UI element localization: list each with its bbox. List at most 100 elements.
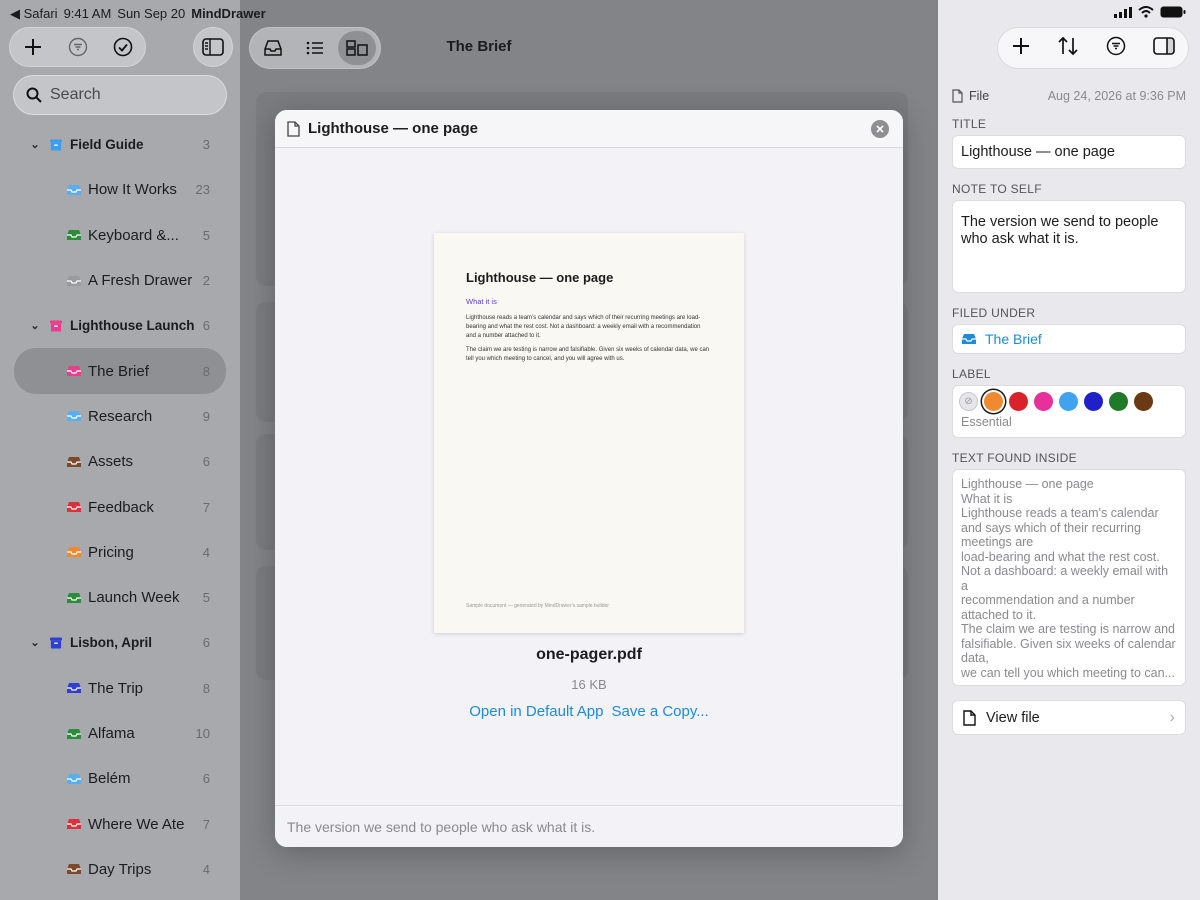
sidebar-item[interactable]: Feedback 7: [14, 484, 226, 529]
close-button[interactable]: [871, 120, 889, 138]
chevron-down-icon[interactable]: ⌄: [26, 636, 44, 649]
close-icon: [876, 125, 884, 133]
sidebar-item-label: Research: [88, 407, 153, 425]
drawer-icon: [67, 547, 81, 558]
search-icon: [26, 87, 42, 103]
sidebar-group[interactable]: ⌄ Field Guide 3: [14, 122, 226, 167]
sidebar-item[interactable]: Keyboard &... 5: [14, 213, 226, 258]
status-app-name: MindDrawer: [191, 6, 266, 21]
filed-under-value: The Brief: [985, 331, 1042, 347]
sidebar-group[interactable]: ⌄ Lighthouse Launch 6: [14, 303, 226, 348]
sidebar-item[interactable]: Research 9: [14, 394, 226, 439]
view-file-label: View file: [986, 709, 1040, 726]
title-label: TITLE: [952, 117, 987, 131]
doc-paragraph: The claim we are testing is narrow and f…: [466, 347, 710, 362]
sidebar-item-count: 23: [195, 182, 210, 198]
inspector-panel: File Aug 24, 2026 at 9:36 PM TITLE Light…: [938, 0, 1200, 900]
label-color-swatch[interactable]: [1109, 392, 1128, 411]
view-file-button[interactable]: View file ›: [952, 700, 1186, 735]
label-color-row: ⊘: [959, 392, 1179, 411]
drawer-icon: [67, 366, 81, 377]
filed-under-field[interactable]: The Brief: [952, 324, 1186, 354]
sidebar-item-label: Where We Ate: [88, 815, 185, 833]
no-label-swatch[interactable]: ⊘: [959, 392, 978, 411]
sidebar-item[interactable]: Pricing 4: [14, 530, 226, 575]
chevron-down-icon[interactable]: ⌄: [26, 319, 44, 332]
sidebar-item-count: 10: [195, 726, 210, 741]
drawer-icon: [67, 502, 81, 513]
drawer-icon: [67, 230, 81, 241]
file-date: Aug 24, 2026 at 9:36 PM: [1047, 89, 1186, 103]
sidebar-item[interactable]: Where We Ate 7: [14, 801, 226, 846]
sidebar-item-label: How It Works: [88, 181, 177, 199]
sidebar-item[interactable]: Alfama 10: [14, 711, 226, 756]
sidebar-item[interactable]: Assets 6: [14, 439, 226, 484]
sidebar-item[interactable]: A Fresh Drawer 2: [14, 258, 226, 303]
sidebar-item-label: The Trip: [88, 679, 144, 697]
label-name: Essential: [961, 415, 1012, 429]
sidebar-item-label: A Fresh Drawer: [88, 272, 193, 290]
sidebar-item-count: 4: [202, 544, 210, 560]
battery-icon: [1160, 6, 1186, 21]
sidebar-item-count: 6: [202, 454, 210, 470]
label-color-swatch[interactable]: [984, 392, 1003, 411]
drawer-icon: [67, 592, 81, 603]
inspector-icon: [1152, 36, 1175, 55]
drawer-icon: [67, 773, 81, 784]
label-color-swatch[interactable]: [1009, 392, 1028, 411]
text-found-inside: Lighthouse — one page What it is Lightho…: [952, 469, 1186, 686]
label-color-swatch[interactable]: [1134, 392, 1153, 411]
sidebar-item-label: Launch Week: [88, 589, 180, 607]
search-bar[interactable]: [14, 76, 226, 114]
label-color-swatch[interactable]: [1034, 392, 1053, 411]
plus-icon: [1012, 37, 1029, 54]
status-date: Sun Sep 20: [117, 6, 186, 21]
sidebar-item[interactable]: Launch Week 5: [14, 575, 226, 620]
chevron-down-icon[interactable]: ⌄: [26, 138, 44, 151]
sidebar-item[interactable]: How It Works 23: [14, 167, 226, 212]
sort-button[interactable]: [1057, 36, 1079, 61]
filter-button[interactable]: [1106, 36, 1126, 61]
status-time: 9:41 AM: [63, 6, 112, 21]
search-input[interactable]: [50, 86, 210, 104]
label-section-label: LABEL: [952, 367, 991, 381]
sidebar-item[interactable]: Day Trips 4: [14, 847, 226, 892]
toggle-inspector-button[interactable]: [1152, 36, 1175, 60]
sidebar-item[interactable]: Belém 6: [14, 756, 226, 801]
file-name: one-pager.pdf: [536, 646, 642, 663]
drawer-tree: ⌄ Field Guide 3 How It Works 23 Keyboard &...…: [14, 122, 226, 892]
drawer-icon: [67, 411, 81, 422]
sidebar-group[interactable]: ⌄ Lisbon, April 6: [14, 620, 226, 665]
file-actions: Open in Default App Save a Copy...: [275, 703, 903, 720]
group-count: 6: [202, 318, 210, 334]
page-title: The Brief: [446, 38, 512, 55]
doc-heading: Lighthouse — one page: [466, 270, 614, 285]
inspector-toolbar: [998, 28, 1188, 68]
sidebar-item[interactable]: The Trip 8: [14, 666, 226, 711]
sidebar: ⌄ Field Guide 3 How It Works 23 Keyboard &...…: [0, 0, 240, 900]
note-field[interactable]: The version we send to people who ask wh…: [952, 200, 1186, 293]
wifi-icon: [1138, 6, 1154, 21]
file-preview-modal: Lighthouse — one page Lighthouse — one p…: [275, 110, 903, 847]
filter-icon: [1106, 36, 1125, 55]
sidebar-item-count: 4: [202, 861, 210, 877]
folder-box-icon: [50, 139, 62, 151]
open-in-default-app-link[interactable]: Open in Default App: [469, 703, 603, 720]
back-to-app-link[interactable]: ◀ Safari: [10, 6, 58, 22]
doc-paragraph: Lighthouse reads a team's calendar and s…: [466, 315, 701, 339]
drawer-icon: [67, 728, 81, 739]
label-color-swatch[interactable]: [1084, 392, 1103, 411]
sidebar-item-count: 7: [202, 499, 210, 515]
file-meta: File Aug 24, 2026 at 9:36 PM: [952, 89, 1186, 103]
label-color-swatch[interactable]: [1059, 392, 1078, 411]
drawer-icon: [67, 864, 81, 875]
sidebar-item[interactable]: The Brief 8: [14, 348, 226, 394]
modal-header: Lighthouse — one page: [275, 110, 903, 148]
title-field[interactable]: Lighthouse — one page: [952, 135, 1186, 169]
add-button[interactable]: [1012, 37, 1030, 60]
sidebar-item-count: 7: [202, 816, 210, 832]
doc-footer: Sample document — generated by MindDrawe…: [466, 603, 609, 609]
save-a-copy-link[interactable]: Save a Copy...: [611, 703, 708, 720]
sidebar-item-label: Pricing: [88, 543, 134, 561]
document-preview[interactable]: Lighthouse — one page What it is Lightho…: [434, 233, 744, 633]
